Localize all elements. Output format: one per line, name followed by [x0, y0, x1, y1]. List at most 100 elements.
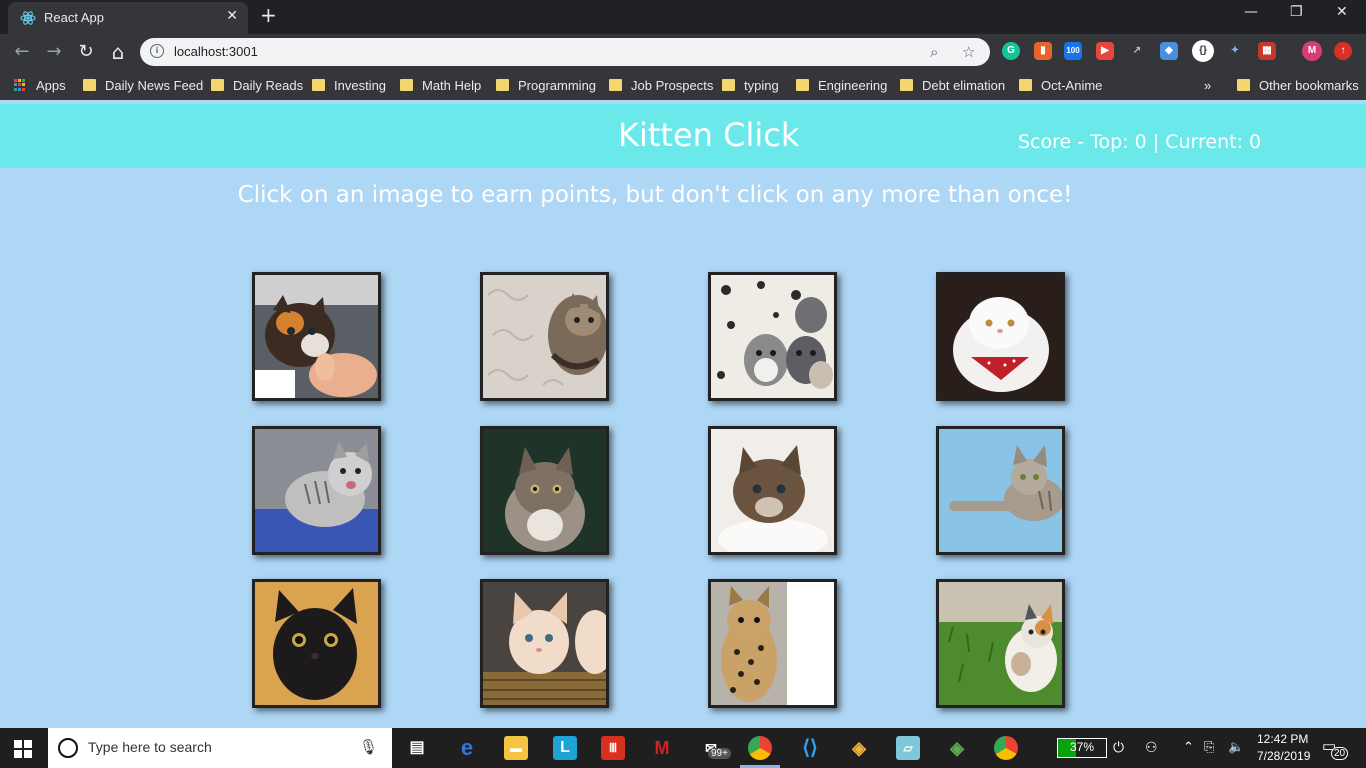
restore-button[interactable]: ❐	[1290, 4, 1303, 20]
mcafee-icon[interactable]: M	[650, 736, 674, 760]
battery-indicator[interactable]: 37%	[1057, 738, 1107, 758]
kitten-card[interactable]	[480, 272, 609, 401]
kitten-card[interactable]	[708, 272, 837, 401]
bookmark-label: typing	[744, 77, 779, 93]
search-placeholder: Type here to search	[88, 739, 212, 755]
bookmark-folder[interactable]: Daily News Feed	[83, 76, 203, 94]
puzzle-extension-icon[interactable]: ✦	[1226, 42, 1244, 60]
bookmark-label: Engineering	[818, 77, 888, 93]
kitten-image	[939, 275, 1062, 398]
video-extension-icon[interactable]: ▶	[1096, 42, 1114, 60]
folder-icon	[722, 79, 735, 91]
profile-avatar[interactable]: M	[1302, 41, 1322, 61]
back-button[interactable]: ←	[10, 40, 34, 64]
chrome-icon[interactable]	[748, 736, 772, 760]
vscode-icon[interactable]: ⟨⟩	[798, 736, 822, 760]
volume-icon[interactable]: 🔈	[1228, 739, 1244, 755]
kitten-image	[711, 582, 834, 705]
bookmark-label: Apps	[36, 77, 66, 93]
analytics-extension-icon[interactable]: ▮	[1034, 42, 1052, 60]
microphone-icon[interactable]: 🎙	[359, 738, 378, 756]
browser-tab[interactable]: React App ✕	[8, 2, 248, 34]
bookmark-star-icon[interactable]: ☆	[962, 43, 975, 61]
reload-button[interactable]: ↻	[74, 40, 98, 64]
folder-icon	[900, 79, 913, 91]
people-icon[interactable]: ⚇	[1145, 739, 1158, 756]
bookmark-folder[interactable]: Investing	[312, 76, 386, 94]
kitten-card[interactable]	[936, 579, 1065, 708]
edge-browser-icon[interactable]: e	[455, 736, 479, 760]
bookmark-folder[interactable]: Job Prospects	[609, 76, 713, 94]
chrome-profile-icon[interactable]	[994, 736, 1018, 760]
bookmark-folder[interactable]: Engineering	[796, 76, 887, 94]
kitten-card[interactable]	[708, 579, 837, 708]
git-kraken-icon[interactable]: ◈	[847, 736, 871, 760]
bookmark-label: Oct-Anime	[1041, 77, 1103, 93]
new-tab-button[interactable]: +	[260, 5, 277, 25]
tab-title: React App	[44, 10, 104, 25]
code-extension-icon[interactable]: {}	[1192, 40, 1214, 62]
minimize-button[interactable]: —	[1244, 4, 1258, 20]
taskbar-search-box[interactable]: Type here to search 🎙	[48, 728, 392, 768]
bookmark-folder[interactable]: typing	[722, 76, 779, 94]
office-app-icon[interactable]: Ⅲ	[601, 736, 625, 760]
show-hidden-icons[interactable]: ⌃	[1183, 739, 1194, 755]
tab-close-icon[interactable]: ✕	[226, 8, 238, 24]
ghost-extension-icon[interactable]: ◆	[1160, 42, 1178, 60]
update-icon[interactable]: ↑	[1334, 42, 1352, 60]
kitten-image	[711, 275, 834, 398]
clock-date[interactable]: 7/28/2019	[1257, 749, 1310, 763]
close-window-button[interactable]: ✕	[1336, 4, 1348, 20]
kitten-card[interactable]	[252, 272, 381, 401]
kitten-card[interactable]	[252, 426, 381, 555]
network-icon[interactable]: ⎘	[1204, 739, 1214, 755]
address-bar[interactable]: i localhost:3001 ⌕ ☆	[140, 38, 990, 66]
power-plug-icon[interactable]: ⏻	[1113, 739, 1124, 756]
git-app-icon[interactable]: ◈	[945, 736, 969, 760]
bookmark-apps[interactable]: Apps	[14, 76, 66, 94]
kitten-card[interactable]	[480, 426, 609, 555]
file-explorer-icon[interactable]: ▬	[504, 736, 528, 760]
home-button[interactable]: ⌂	[106, 40, 130, 64]
bookmark-label: Daily Reads	[233, 77, 304, 93]
bookmark-folder[interactable]: Oct-Anime	[1019, 76, 1102, 94]
windows-taskbar: Type here to search 🎙 ▤ e ▬ L Ⅲ M ✉ 99+ …	[0, 728, 1366, 768]
grammarly-icon[interactable]: G	[1002, 42, 1020, 60]
l-app-icon[interactable]: L	[553, 736, 577, 760]
task-view-icon[interactable]: ▤	[405, 736, 429, 760]
bookmarks-overflow-button[interactable]: »	[1204, 76, 1211, 94]
forward-button[interactable]: →	[42, 40, 66, 64]
zoom-icon[interactable]: ⌕	[930, 43, 938, 61]
cortana-icon	[58, 738, 78, 758]
counter-extension-icon[interactable]: 100	[1064, 42, 1082, 60]
kitten-image	[939, 582, 1062, 705]
kitten-card[interactable]	[936, 426, 1065, 555]
notification-count: 20	[1331, 747, 1349, 760]
bookmark-folder[interactable]: Daily Reads	[211, 76, 303, 94]
kitten-image	[483, 429, 606, 552]
image-extension-icon[interactable]: ▦	[1258, 42, 1276, 60]
kitten-image	[483, 275, 606, 398]
notepad-icon[interactable]: ▱	[896, 736, 920, 760]
browser-title-bar: React App ✕ + — ❐ ✕	[0, 0, 1366, 34]
kitten-card[interactable]	[936, 272, 1065, 401]
folder-icon	[312, 79, 325, 91]
trend-extension-icon[interactable]: ↗	[1128, 42, 1146, 60]
browser-toolbar: ← → ↻ ⌂ i localhost:3001 ⌕ ☆ G ▮ 100 ▶ ↗…	[0, 34, 1366, 70]
kitten-card[interactable]	[480, 579, 609, 708]
bookmark-folder[interactable]: Math Help	[400, 76, 481, 94]
kitten-card[interactable]	[708, 426, 837, 555]
bookmark-folder[interactable]: Programming	[496, 76, 596, 94]
clock-time[interactable]: 12:42 PM	[1257, 732, 1308, 746]
bookmark-label: Other bookmarks	[1259, 77, 1359, 93]
battery-percent: 37%	[1069, 740, 1095, 754]
kitten-image	[483, 582, 606, 705]
site-info-icon[interactable]: i	[150, 44, 164, 58]
windows-start-icon[interactable]	[14, 740, 32, 758]
bookmark-folder[interactable]: Debt elimation	[900, 76, 1005, 94]
bookmark-other[interactable]: Other bookmarks	[1237, 76, 1359, 94]
folder-icon	[1237, 79, 1250, 91]
url-text[interactable]: localhost:3001	[174, 44, 258, 59]
folder-icon	[796, 79, 809, 91]
kitten-card[interactable]	[252, 579, 381, 708]
